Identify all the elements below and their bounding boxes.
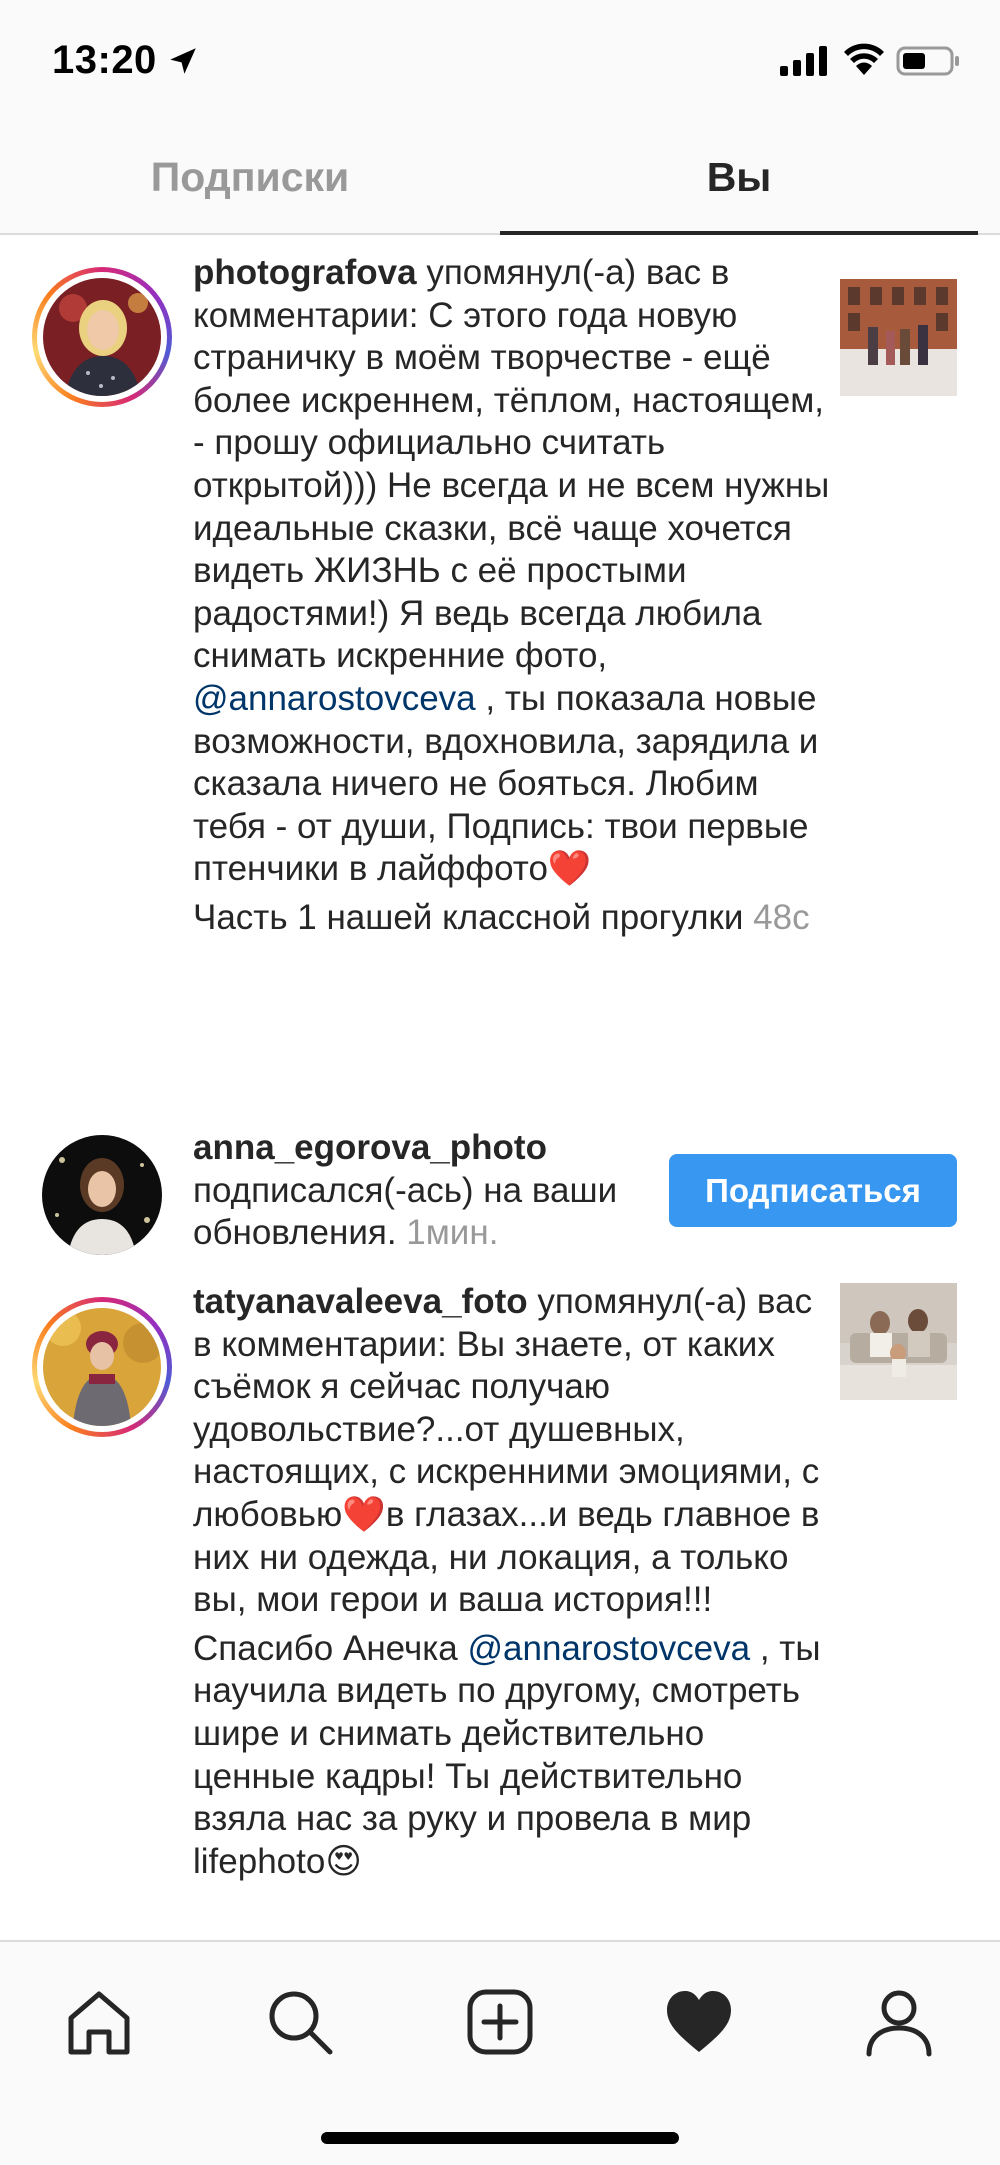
avatar-anna-egorova-photo[interactable] (42, 1135, 162, 1255)
home-icon[interactable] (63, 1986, 135, 2058)
mention-link[interactable]: @annarostovceva (467, 1629, 750, 1668)
notification-text: anna_egorova_photo подписался(-ась) на в… (193, 1127, 663, 1255)
battery-icon (896, 46, 959, 76)
timestamp: 48с (753, 897, 810, 937)
wifi-icon (844, 43, 884, 75)
location-arrow-icon (170, 48, 196, 74)
tab-following[interactable]: Подписки (0, 120, 500, 235)
bottom-navigation (0, 1940, 1000, 2165)
username[interactable]: tatyanavaleeva_foto (193, 1282, 528, 1321)
follow-button[interactable]: Подписаться (669, 1154, 957, 1227)
avatar-tatyanavaleeva-foto[interactable] (32, 1297, 172, 1437)
heart-emoji: ❤️ (547, 849, 592, 889)
post-thumbnail[interactable] (840, 1283, 957, 1400)
username[interactable]: anna_egorova_photo (193, 1128, 547, 1167)
search-icon[interactable] (264, 1986, 336, 2058)
timestamp: 1мин. (406, 1213, 499, 1253)
notification-text: tatyanavaleeva_foto упомянул(-а) вас в к… (193, 1281, 833, 1883)
activity-tabs: Подписки Вы (0, 120, 1000, 235)
cellular-signal-icon (780, 46, 827, 76)
activity-heart-icon[interactable] (663, 1986, 735, 2058)
activity-feed[interactable]: photografova упомянул(-а) вас в коммента… (0, 237, 1000, 1940)
add-post-icon[interactable] (464, 1986, 536, 2058)
status-bar: 13:20 (0, 0, 1000, 120)
active-tab-indicator (500, 231, 978, 235)
heart-eyes-emoji: 😍 (325, 1841, 362, 1881)
username[interactable]: photografova (193, 253, 417, 292)
home-indicator[interactable] (321, 2132, 679, 2144)
heart-emoji: ❤️ (342, 1494, 386, 1534)
comment-text: Спасибо Анечка (193, 1628, 458, 1668)
tab-you[interactable]: Вы (500, 120, 978, 235)
post-thumbnail[interactable] (840, 279, 957, 396)
status-time: 13:20 (52, 38, 157, 82)
comment-text: Часть 1 нашей классной прогулки (193, 897, 744, 937)
avatar-photografova[interactable] (32, 267, 172, 407)
profile-icon[interactable] (863, 1986, 935, 2058)
notification-text: photografova упомянул(-а) вас в коммента… (193, 252, 833, 940)
comment-text: С этого года новую страничку в моём твор… (193, 295, 830, 676)
mention-link[interactable]: @annarostovceva (193, 679, 476, 718)
